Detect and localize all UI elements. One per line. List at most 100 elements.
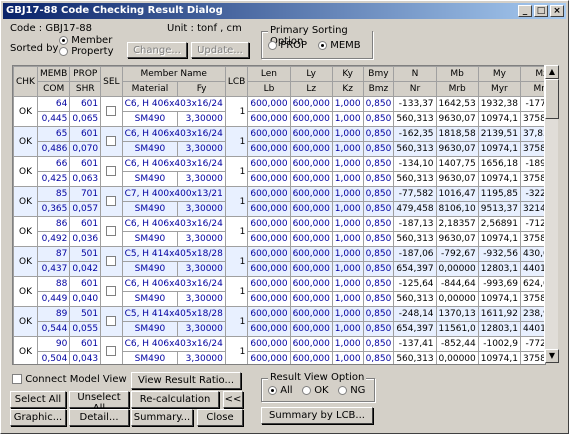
sel-cell[interactable] <box>100 186 123 217</box>
bmy-cell: 0,850 <box>362 156 395 172</box>
sel-cell[interactable] <box>100 276 123 307</box>
mrz-cell: 3758,30 <box>519 141 545 157</box>
table-row[interactable]: 0,437 0,042 SM490 3,30000 600,000 600,000 1,00… <box>14 261 545 277</box>
ly-cell: 600,000 <box>289 186 333 202</box>
checkbox-icon[interactable] <box>106 256 117 267</box>
table-row[interactable]: OK 90 601 C6, H 406x403x16/24 1 600,000 600,00… <box>13 336 545 364</box>
minimize-button[interactable]: _ <box>518 5 532 17</box>
summary-button[interactable]: Summary... <box>131 409 193 426</box>
material-cell: SM490 <box>121 321 179 337</box>
scroll-thumb[interactable] <box>545 79 559 119</box>
lb-cell: 600,000 <box>247 291 291 307</box>
table-row[interactable]: OK 88 601 C6, H 406x403x16/24 1 600,000 600,00… <box>13 276 545 307</box>
table-row[interactable]: OK 64 601 C6, H 406x403x16/24 1 600,000 600,00… <box>13 96 545 127</box>
recalculation-button[interactable]: Re-calculation <box>131 391 219 408</box>
checkbox-icon[interactable] <box>106 136 117 147</box>
table-row[interactable]: 0,445 0,065 SM490 3,30000 600,000 600,000 1,00… <box>14 111 545 127</box>
view-result-ratio-button[interactable]: View Result Ratio... <box>131 372 241 389</box>
table-row[interactable]: 0,544 0,055 SM490 3,30000 600,000 600,000 1,00… <box>14 321 545 337</box>
summary-by-lcb-button[interactable]: Summary by LCB... <box>261 407 373 424</box>
sel-cell[interactable] <box>100 216 123 247</box>
table-row[interactable]: OK 87 501 C5, H 414x405x18/28 1 600,000 600,00… <box>13 246 545 277</box>
mrz-cell: 3758,30 <box>519 231 545 247</box>
unselect-all-button[interactable]: Unselect All <box>69 391 129 414</box>
scroll-up-icon[interactable]: ▲ <box>545 65 559 79</box>
prop-cell: 501 <box>69 246 102 262</box>
table-row[interactable]: 0,492 0,036 SM490 3,30000 600,000 600,000 1,00… <box>14 231 545 247</box>
my-cell: 2,56891 <box>477 216 521 232</box>
shr-cell: 0,057 <box>69 201 102 217</box>
ly-cell: 600,000 <box>289 306 333 322</box>
sort-property-radio[interactable]: Property <box>59 46 114 57</box>
checkbox-icon[interactable] <box>106 106 117 117</box>
table-row[interactable]: OK 65 601 C6, H 406x403x16/24 1 600,000 600,00… <box>13 126 545 157</box>
header-my: My <box>477 66 521 82</box>
select-all-button[interactable]: Select All <box>10 391 66 408</box>
bmz-cell: 0,850 <box>362 321 395 337</box>
table-row[interactable]: 0,449 0,040 SM490 3,30000 600,000 600,000 1,00… <box>14 291 545 307</box>
mz-cell: -322,28 <box>519 186 545 202</box>
rv-ng-radio[interactable]: NG <box>338 385 365 396</box>
nr-cell: 560,313 <box>393 111 437 127</box>
table-row[interactable]: 0,504 0,043 SM490 3,30000 600,000 600,000 1,00… <box>14 351 545 364</box>
checkbox-icon[interactable] <box>106 286 117 297</box>
kz-cell: 1,000 <box>331 111 364 127</box>
connect-model-view-checkbox[interactable]: Connect Model View <box>12 374 127 385</box>
table-row[interactable]: OK 86 601 C6, H 406x403x16/24 1 600,000 600,00… <box>13 216 545 247</box>
sel-cell[interactable] <box>100 156 123 187</box>
prop-cell: 601 <box>69 336 102 352</box>
mrz-cell: 3758,30 <box>519 351 545 364</box>
primary-prop-radio[interactable]: PROP <box>268 40 307 51</box>
checkbox-icon[interactable] <box>106 316 117 327</box>
shr-cell: 0,043 <box>69 351 102 364</box>
table-row[interactable]: OK 85 701 C7, H 400x400x13/21 1 600,000 600,00… <box>13 186 545 217</box>
collapse-button[interactable]: << <box>223 391 243 408</box>
nr-cell: 560,313 <box>393 351 437 364</box>
table-row[interactable]: OK 66 601 C6, H 406x403x16/24 1 600,000 600,00… <box>13 156 545 187</box>
mrz-cell: 3214,14 <box>519 201 545 217</box>
bmy-cell: 0,850 <box>362 336 395 352</box>
kz-cell: 1,000 <box>331 201 364 217</box>
bmz-cell: 0,850 <box>362 261 395 277</box>
change-button[interactable]: Change... <box>127 42 187 58</box>
lb-cell: 600,000 <box>247 141 291 157</box>
fy-cell: 3,30000 <box>177 291 226 307</box>
member-name-cell: C5, H 414x405x18/28 <box>121 306 226 322</box>
update-button[interactable]: Update... <box>191 42 249 58</box>
table-row[interactable]: OK 89 501 C5, H 414x405x18/28 1 600,000 600,00… <box>13 306 545 337</box>
close-button[interactable]: Close <box>197 409 243 426</box>
ly-cell: 600,000 <box>289 216 333 232</box>
primary-memb-radio[interactable]: MEMB <box>318 40 361 51</box>
checkbox-icon[interactable] <box>106 346 117 357</box>
result-grid[interactable]: CHK MEMB PROP SEL Member Name LCB Len Ly… <box>12 65 546 365</box>
close-window-button[interactable]: × <box>550 5 564 17</box>
sort-member-radio[interactable]: Member <box>59 35 112 46</box>
checkbox-icon[interactable] <box>106 166 117 177</box>
detail-button[interactable]: Detail... <box>69 409 129 426</box>
sel-cell[interactable] <box>100 336 123 364</box>
checkbox-icon[interactable] <box>106 226 117 237</box>
maximize-button[interactable]: □ <box>534 5 548 17</box>
table-row[interactable]: 0,365 0,057 SM490 3,30000 600,000 600,000 1,00… <box>14 201 545 217</box>
myr-cell: 10974,1 <box>477 351 521 364</box>
sel-cell[interactable] <box>100 246 123 277</box>
sel-cell[interactable] <box>100 96 123 127</box>
vertical-scrollbar[interactable]: ▲ ▼ <box>544 65 559 363</box>
header-material: Material <box>121 81 179 97</box>
table-row[interactable]: 0,425 0,063 SM490 3,30000 600,000 600,000 1,00… <box>14 171 545 187</box>
rv-all-radio[interactable]: All <box>268 385 293 396</box>
ky-cell: 1,000 <box>331 336 364 352</box>
scroll-down-icon[interactable]: ▼ <box>545 349 559 363</box>
lcb-cell: 1 <box>224 336 249 364</box>
myr-cell: 12803,1 <box>477 261 521 277</box>
table-row[interactable]: 0,486 0,070 SM490 3,30000 600,000 600,000 1,00… <box>14 141 545 157</box>
sel-cell[interactable] <box>100 126 123 157</box>
sel-cell[interactable] <box>100 306 123 337</box>
graphic-button[interactable]: Graphic... <box>10 409 66 426</box>
checkbox-icon[interactable] <box>106 196 117 207</box>
header-com: COM <box>36 81 71 97</box>
prop-cell: 601 <box>69 276 102 292</box>
mrb-cell: 9630,07 <box>435 171 479 187</box>
shr-cell: 0,065 <box>69 111 102 127</box>
rv-ok-radio[interactable]: OK <box>302 385 329 396</box>
